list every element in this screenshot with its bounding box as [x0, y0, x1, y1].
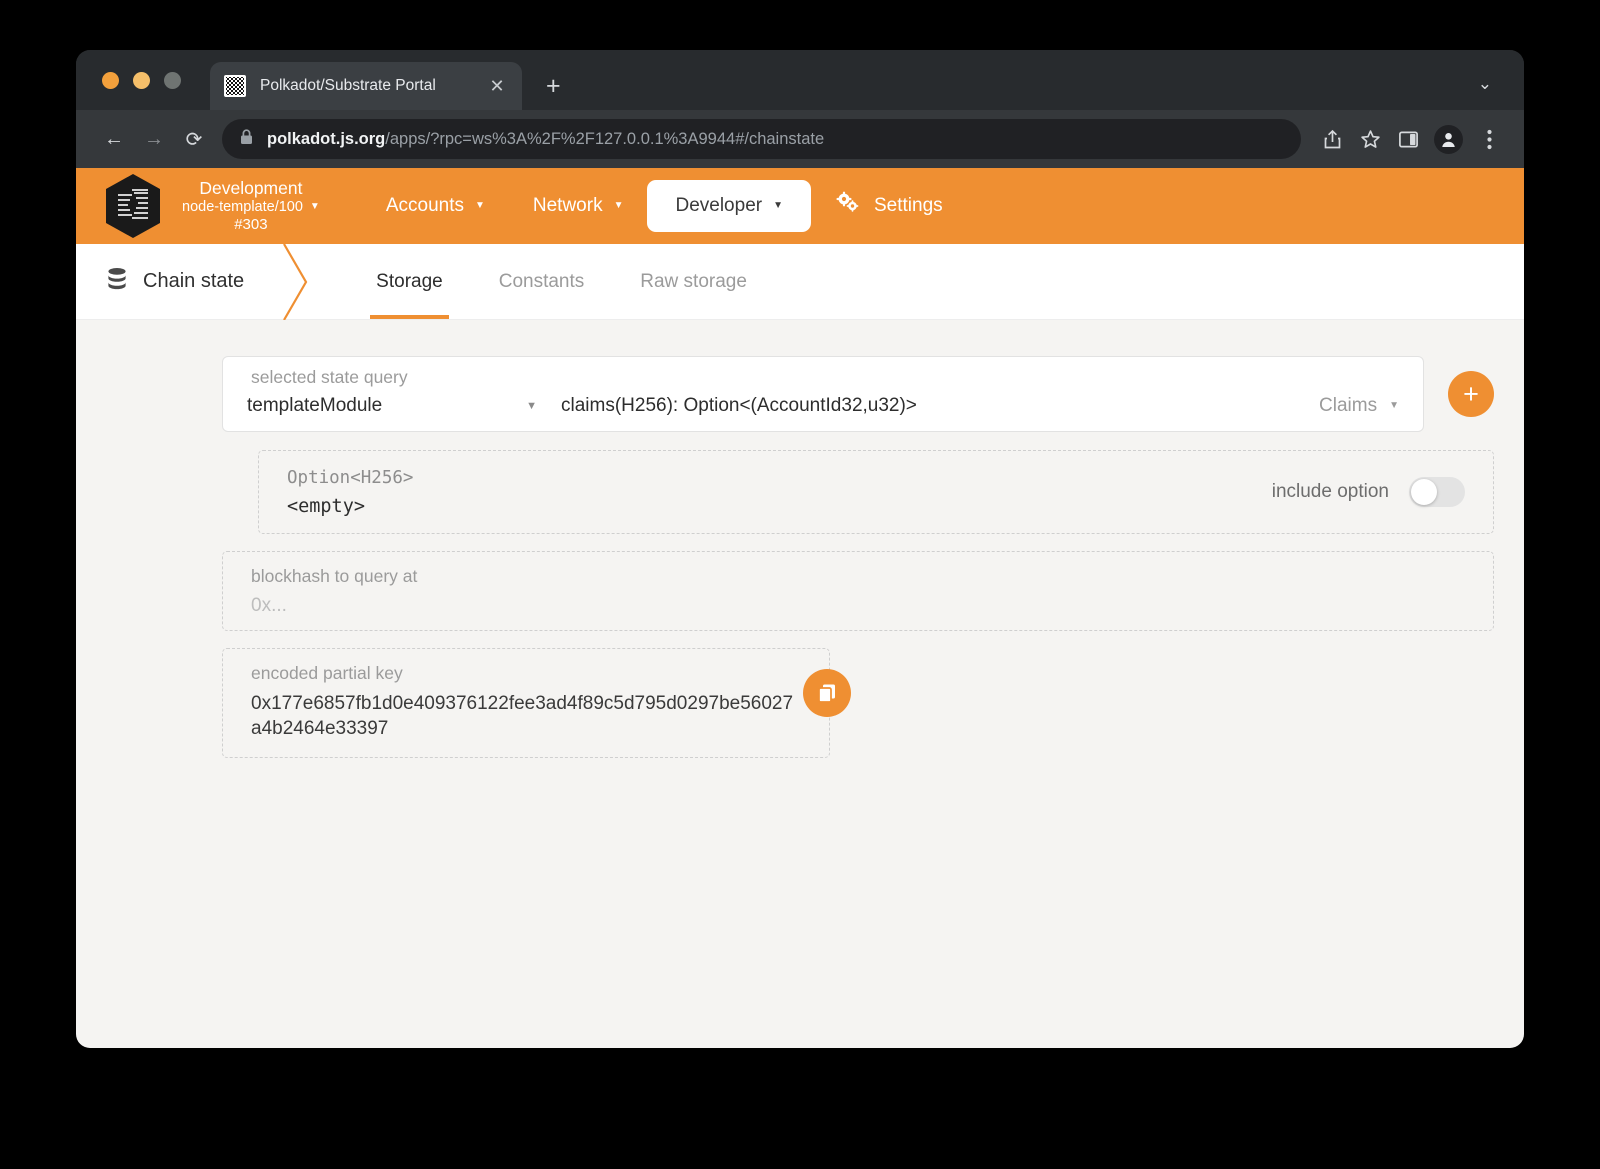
app-navigation-bar: Development node-template/100 ▼ #303 Acc… [76, 168, 1524, 244]
chain-endpoint-label: node-template/100 [182, 199, 303, 216]
encoded-partial-key-row: encoded partial key 0x177e6857fb1d0e4093… [222, 648, 830, 758]
minimize-window-button[interactable] [133, 72, 150, 89]
browser-tab-strip: Polkadot/Substrate Portal ✕ + ⌄ [76, 50, 1524, 110]
tab-raw-storage[interactable]: Raw storage [612, 244, 775, 319]
share-icon[interactable] [1315, 122, 1349, 156]
nav-item-settings-label: Settings [874, 195, 943, 217]
selected-state-query-card: selected state query templateModule ▼ cl… [222, 356, 1424, 432]
blockhash-row[interactable]: blockhash to query at 0x... [222, 551, 1494, 631]
browser-window: Polkadot/Substrate Portal ✕ + ⌄ ← → ⟳ po… [76, 50, 1524, 1048]
database-icon [106, 267, 128, 297]
bookmark-star-icon[interactable] [1353, 122, 1387, 156]
browser-tab-title: Polkadot/Substrate Portal [260, 77, 476, 95]
selected-state-query-label: selected state query [251, 367, 408, 388]
tab-raw-storage-label: Raw storage [640, 271, 747, 293]
encoded-partial-key-label: encoded partial key [251, 663, 801, 684]
method-section: Claims ▼ [1319, 395, 1399, 417]
tab-constants-label: Constants [499, 271, 585, 293]
reload-button[interactable]: ⟳ [174, 119, 214, 159]
copy-icon[interactable] [803, 669, 851, 717]
method-dropdown[interactable]: claims(H256): Option<(AccountId32,u32)> … [561, 395, 1399, 417]
back-button[interactable]: ← [94, 119, 134, 159]
tab-constants[interactable]: Constants [471, 244, 613, 319]
forward-button[interactable]: → [134, 119, 174, 159]
chevron-down-icon[interactable]: ▼ [310, 202, 320, 212]
chain-state-tab-bar: Chain state Storage Constants Raw storag… [76, 244, 1524, 320]
nav-item-network[interactable]: Network ▼ [509, 195, 648, 217]
tab-storage-label: Storage [376, 271, 443, 293]
chevron-down-icon: ▼ [526, 401, 537, 412]
module-dropdown[interactable]: templateModule ▼ [247, 395, 537, 417]
section-title-label: Chain state [143, 270, 244, 293]
blockhash-label: blockhash to query at [251, 566, 1465, 587]
lock-icon [240, 129, 253, 150]
toolbar-icons [1315, 122, 1506, 156]
chain-state-form: selected state query templateModule ▼ cl… [76, 320, 1524, 758]
chevron-down-icon: ▼ [614, 201, 624, 211]
method-section-label: Claims [1319, 395, 1377, 417]
maximize-window-button[interactable] [164, 72, 181, 89]
nav-item-settings[interactable]: Settings [811, 191, 967, 221]
option-parameter-value[interactable]: <empty> [287, 496, 413, 517]
browser-toolbar: ← → ⟳ polkadot.js.org/apps/?rpc=ws%3A%2F… [76, 110, 1524, 168]
option-parameter-type: Option<H256> [287, 468, 413, 488]
url-text: polkadot.js.org/apps/?rpc=ws%3A%2F%2F127… [267, 130, 824, 149]
chevron-down-icon: ▼ [773, 201, 783, 211]
add-query-button[interactable]: + [1448, 371, 1494, 417]
encoded-partial-key-value: 0x177e6857fb1d0e409376122fee3ad4f89c5d79… [251, 691, 801, 741]
chevron-down-icon[interactable]: ⌄ [1478, 74, 1492, 94]
selected-state-query-row: selected state query templateModule ▼ cl… [76, 356, 1524, 432]
polkadot-favicon-icon [224, 75, 246, 97]
chain-block-number: #303 [182, 216, 320, 234]
address-bar[interactable]: polkadot.js.org/apps/?rpc=ws%3A%2F%2F127… [222, 119, 1301, 159]
chain-selector[interactable]: Development node-template/100 ▼ #303 [182, 178, 320, 233]
include-option-label: include option [1272, 481, 1389, 503]
gears-icon [835, 191, 861, 221]
tab-storage[interactable]: Storage [348, 244, 471, 319]
option-parameter-value-group: Option<H256> <empty> [287, 468, 413, 517]
browser-tab[interactable]: Polkadot/Substrate Portal ✕ [210, 62, 522, 110]
section-title: Chain state [76, 244, 278, 319]
profile-avatar[interactable] [1434, 125, 1463, 154]
url-host: polkadot.js.org [267, 130, 385, 148]
module-dropdown-value: templateModule [247, 395, 382, 417]
option-parameter-row: Option<H256> <empty> include option [258, 450, 1494, 534]
new-tab-icon[interactable]: + [546, 74, 561, 99]
side-panel-icon[interactable] [1391, 122, 1425, 156]
chevron-down-icon: ▼ [1389, 401, 1399, 411]
include-option-toggle[interactable] [1409, 477, 1465, 507]
chain-name: Development [182, 178, 320, 199]
method-dropdown-value: claims(H256): Option<(AccountId32,u32)> [561, 395, 917, 417]
nav-item-network-label: Network [533, 195, 603, 217]
breadcrumb-chevron-icon [278, 244, 318, 319]
nav-item-developer-label: Developer [675, 195, 762, 217]
chain-endpoint: node-template/100 ▼ [182, 199, 320, 216]
chevron-down-icon: ▼ [475, 201, 485, 211]
page-viewport: Development node-template/100 ▼ #303 Acc… [76, 168, 1524, 1048]
chain-state-tabs: Storage Constants Raw storage [318, 244, 775, 319]
toggle-knob [1411, 479, 1437, 505]
nav-item-accounts-label: Accounts [386, 195, 464, 217]
blockhash-input[interactable]: 0x... [251, 595, 1465, 617]
url-path: /apps/?rpc=ws%3A%2F%2F127.0.0.1%3A9944#/… [385, 130, 824, 148]
close-window-button[interactable] [102, 72, 119, 89]
browser-menu-icon[interactable] [1472, 122, 1506, 156]
close-tab-icon[interactable]: ✕ [486, 77, 508, 95]
include-option-control: include option [1272, 477, 1465, 507]
polkadot-logo-icon[interactable] [102, 172, 164, 240]
nav-item-accounts[interactable]: Accounts ▼ [362, 195, 509, 217]
window-controls [102, 72, 181, 89]
nav-item-developer[interactable]: Developer ▼ [647, 180, 811, 232]
